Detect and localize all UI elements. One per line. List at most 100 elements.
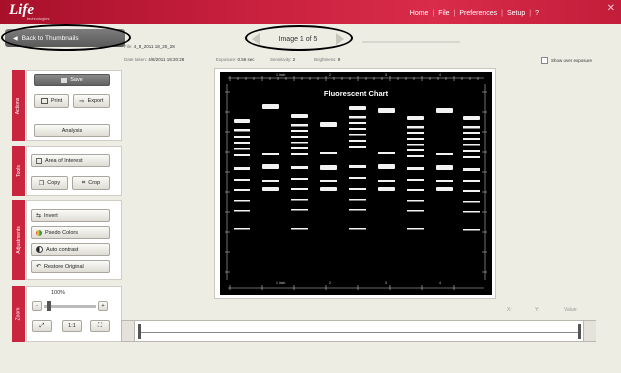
brightness-label: Brightness: [314,57,337,62]
top-ruler-label-4: 4 [439,73,441,77]
left-ruler [225,84,230,280]
band [407,189,424,191]
zoom-level: 100% [51,290,66,296]
zoom-slider-handle[interactable] [47,301,51,311]
close-icon[interactable]: ✕ [607,3,615,14]
auto-contrast-button[interactable]: Auto contrast [31,243,110,256]
bottom-ruler-label-2: 2 [329,281,331,285]
band [436,187,453,191]
band [349,177,366,179]
image-canvas[interactable]: 1 inch 2 3 4 1 inch 2 3 4 Fluorescent Ch… [220,72,492,295]
file-info: File: 4_8_2011 18_20_28 [124,44,175,49]
actual-size-button[interactable]: 1:1 [62,320,82,332]
zoom-slider[interactable] [44,305,96,308]
band [349,116,366,119]
zoom-in-button[interactable]: + [98,301,108,311]
band [291,130,308,132]
restore-original-button[interactable]: ↶ Restore Original [31,260,110,273]
band [320,165,337,170]
band [436,153,453,155]
band [407,179,424,181]
band [234,189,250,191]
export-icon: ⇨ [79,98,85,105]
band [234,142,250,144]
band [378,187,395,191]
band [407,132,424,134]
exposure-info: Exposure: 0.56 sec [216,57,255,62]
restore-original-label: Restore Original [44,263,84,270]
nav-home[interactable]: Home [406,10,433,17]
band [378,164,395,169]
band [463,150,480,152]
band [349,199,366,201]
band [320,152,337,154]
band [463,190,480,192]
levels-high-handle[interactable] [578,324,581,339]
nav-help[interactable]: ? [531,10,543,17]
band [463,168,480,171]
actual-size-label: 1:1 [68,323,76,329]
fit-window-icon: ⤢ [39,322,45,329]
image-title: Fluorescent Chart [324,89,389,98]
show-over-exposure-option[interactable]: Show over exposure [541,57,592,64]
tab-tools: Tools [12,146,25,196]
band [234,200,250,202]
band [349,228,366,230]
pseudo-colors-label: Psedo Colors [45,229,79,236]
band [262,104,279,109]
area-of-interest-button[interactable]: Area of Interest [31,154,110,167]
pseudo-colors-button[interactable]: Psedo Colors [31,226,110,239]
date-value: 4/8/2011 18:20:28 [148,57,185,62]
band [320,122,337,127]
crop-label: Crop [88,180,101,186]
band [463,116,480,120]
title-bar: Life technologies Home | File | Preference… [0,0,621,24]
save-button[interactable]: Save [34,74,110,86]
tab-actions: Actions [12,70,25,141]
analysis-button[interactable]: Analysis [34,124,110,137]
export-button[interactable]: ⇨ Export [73,94,110,108]
gel-bands [234,104,480,231]
top-ruler-label-3: 3 [385,73,387,77]
minus-icon: - [36,303,38,309]
levels-low-handle[interactable] [138,324,141,339]
top-ruler-label-2: 2 [329,73,331,77]
tab-adjustments-label: Adjustments [15,226,22,254]
print-button[interactable]: Print [34,94,69,108]
band [234,154,250,156]
auto-contrast-label: Auto contrast [46,246,79,253]
band [463,144,480,146]
nav-setup[interactable]: Setup [503,10,529,17]
band [291,114,308,118]
nav-preferences[interactable]: Preferences [455,10,501,17]
bottom-ruler-label-3: 3 [385,281,387,285]
zoom-panel [26,286,122,342]
band [291,136,308,138]
plus-icon: + [101,303,105,309]
file-value: 4_8_2011 18_20_28 [133,44,175,49]
band [407,167,424,170]
tab-actions-label: Actions [15,97,22,114]
copy-button[interactable]: ❐ Copy [31,176,68,190]
copy-label: Copy [47,180,61,186]
highlight-ellipse [1,24,131,51]
crop-icon: ⌗ [81,179,86,186]
band [407,126,424,129]
band [291,199,308,201]
print-label: Print [50,98,63,104]
sensitivity-value: 2 [292,57,296,62]
band [349,209,366,211]
band [262,164,279,169]
fullscreen-button[interactable]: ⛶ [90,320,110,332]
fit-to-window-button[interactable]: ⤢ [32,320,52,332]
zoom-out-button[interactable]: - [32,301,42,311]
levels-slider[interactable] [121,320,596,342]
analysis-label: Analysis [61,127,83,134]
crop-button[interactable]: ⌗ Crop [72,176,110,190]
date-info: Date taken: 4/8/2011 18:20:28 [124,57,184,62]
show-over-exposure-checkbox[interactable] [541,57,548,64]
nav-file[interactable]: File [434,10,453,17]
band [349,134,366,136]
restore-icon: ↶ [36,264,42,270]
invert-button[interactable]: ⇆ Invert [31,209,110,222]
